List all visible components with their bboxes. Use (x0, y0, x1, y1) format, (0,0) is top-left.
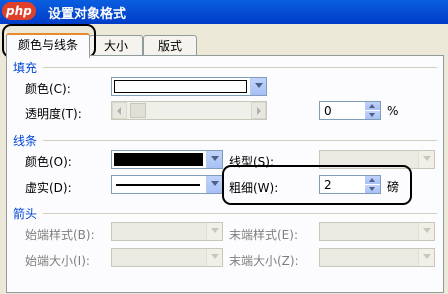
title-bar: php 设置对象格式 (0, 0, 448, 24)
fill-color-dropdown[interactable] (111, 77, 267, 96)
tab-layout[interactable]: 版式 (143, 35, 197, 56)
arrow-right-icon (257, 107, 261, 115)
arrow-down-icon (369, 113, 375, 117)
begin-style-label: 始端样式(B): (25, 228, 95, 242)
begin-size-label: 始端大小(I): (25, 254, 90, 268)
arrow-up-icon (369, 104, 375, 108)
chevron-down-icon (211, 254, 219, 259)
fill-section-heading: 填充 (13, 61, 38, 75)
line-divider (43, 140, 437, 141)
chevron-down-icon (255, 83, 263, 88)
end-size-dropdown-button[interactable] (418, 249, 434, 266)
fill-divider (43, 67, 437, 68)
slider-left-button[interactable] (112, 102, 127, 119)
spin-up-button[interactable] (365, 102, 380, 110)
transparency-slider[interactable] (111, 101, 267, 120)
chevron-down-icon (423, 228, 431, 233)
chevron-down-icon (211, 181, 219, 186)
begin-size-dropdown[interactable] (111, 248, 223, 267)
spin-down-button[interactable] (365, 111, 380, 119)
chevron-down-icon (211, 228, 219, 233)
fill-color-dropdown-button[interactable] (250, 78, 266, 95)
line-style-dropdown-button[interactable] (418, 151, 434, 168)
line-weight-highlight-circle (222, 165, 412, 205)
dash-line-preview (116, 184, 200, 186)
chevron-down-icon (211, 156, 219, 161)
php-watermark-logo: php (2, 2, 36, 20)
window-title: 设置对象格式 (48, 7, 127, 22)
line-color-dropdown[interactable] (111, 150, 223, 169)
transparency-value[interactable]: 0 (324, 104, 332, 118)
dash-dropdown[interactable] (111, 175, 223, 194)
line-section-heading: 线条 (13, 134, 38, 148)
end-style-label: 末端样式(E): (229, 228, 298, 242)
transparency-spinner[interactable]: 0 (319, 101, 381, 120)
slider-thumb[interactable] (130, 103, 146, 118)
line-color-dropdown-button[interactable] (206, 151, 222, 168)
end-style-dropdown[interactable] (319, 222, 435, 241)
tab-color-and-lines[interactable]: 颜色与线条 (6, 33, 90, 58)
end-size-dropdown[interactable] (319, 248, 435, 267)
dash-label: 虚实(D): (25, 181, 72, 195)
arrows-section-heading: 箭头 (13, 207, 38, 221)
begin-size-dropdown-button[interactable] (206, 249, 222, 266)
begin-style-dropdown[interactable] (111, 222, 223, 241)
chevron-down-icon (423, 254, 431, 259)
line-color-label: 颜色(O): (25, 155, 72, 169)
arrows-divider (43, 213, 437, 214)
end-style-dropdown-button[interactable] (418, 223, 434, 240)
end-size-label: 末端大小(Z): (229, 254, 299, 268)
arrow-left-icon (117, 107, 121, 115)
begin-style-dropdown-button[interactable] (206, 223, 222, 240)
dash-dropdown-button[interactable] (206, 176, 222, 193)
tab-size[interactable]: 大小 (89, 35, 143, 56)
chevron-down-icon (423, 156, 431, 161)
transparency-label: 透明度(T): (25, 107, 82, 121)
line-color-swatch (114, 153, 203, 166)
transparency-spin-buttons (365, 102, 380, 119)
transparency-unit: % (387, 104, 399, 118)
fill-color-swatch (114, 80, 247, 93)
slider-right-button[interactable] (251, 102, 266, 119)
fill-color-label: 颜色(C): (25, 82, 71, 96)
